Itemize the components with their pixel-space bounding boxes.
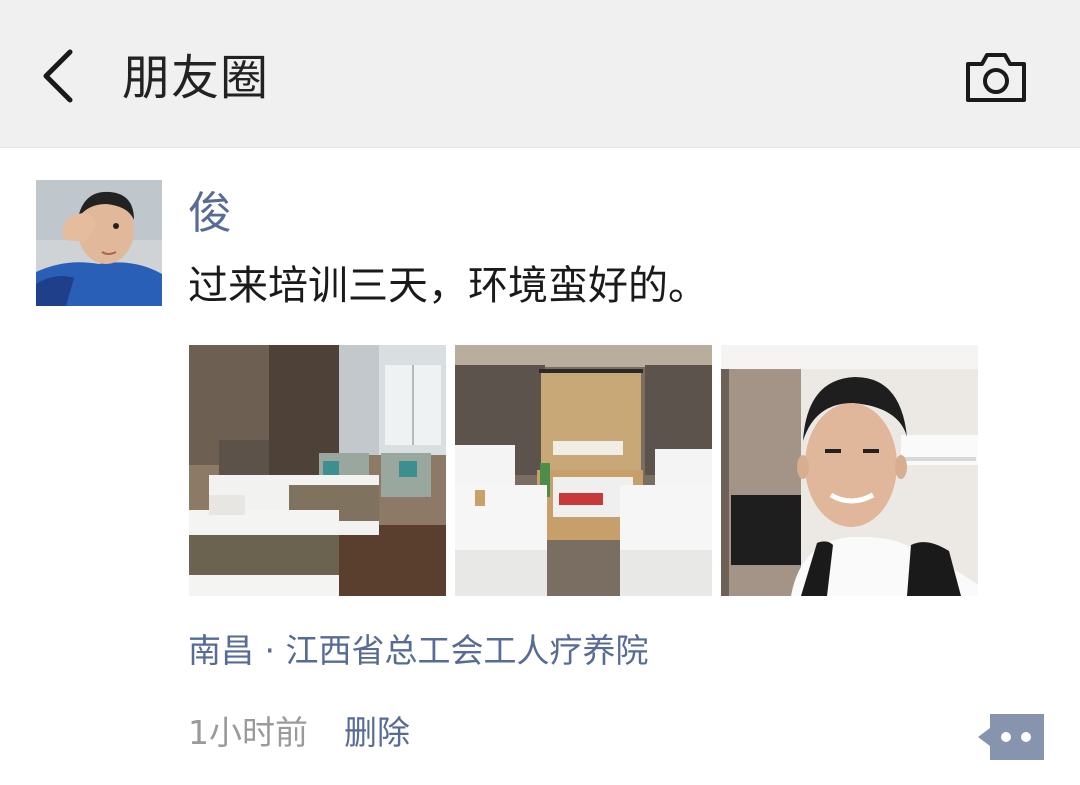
post-username[interactable]: 俊 bbox=[188, 186, 232, 242]
selfie-photo bbox=[721, 345, 978, 596]
post-text: 过来培训三天，环境蛮好的。 bbox=[188, 263, 708, 309]
camera-button[interactable] bbox=[960, 46, 1032, 108]
nav-bar: 朋友圈 bbox=[0, 0, 1080, 148]
post-photo-3[interactable] bbox=[721, 345, 978, 596]
post-timestamp: 1小时前 bbox=[188, 713, 308, 752]
post-photo-1[interactable] bbox=[189, 345, 446, 596]
back-button[interactable] bbox=[30, 44, 86, 108]
hotel-nightstand-photo bbox=[455, 345, 712, 596]
hotel-room-photo bbox=[189, 345, 446, 596]
comment-like-button[interactable] bbox=[976, 712, 1046, 762]
more-dots-icon bbox=[978, 714, 1044, 760]
avatar[interactable] bbox=[36, 180, 162, 306]
camera-icon bbox=[966, 53, 1026, 102]
chevron-left-icon bbox=[43, 49, 73, 103]
delete-button[interactable]: 删除 bbox=[344, 708, 410, 758]
post-photo-2[interactable] bbox=[455, 345, 712, 596]
page-title: 朋友圈 bbox=[122, 50, 270, 106]
post-location[interactable]: 南昌 · 江西省总工会工人疗养院 bbox=[188, 626, 648, 676]
